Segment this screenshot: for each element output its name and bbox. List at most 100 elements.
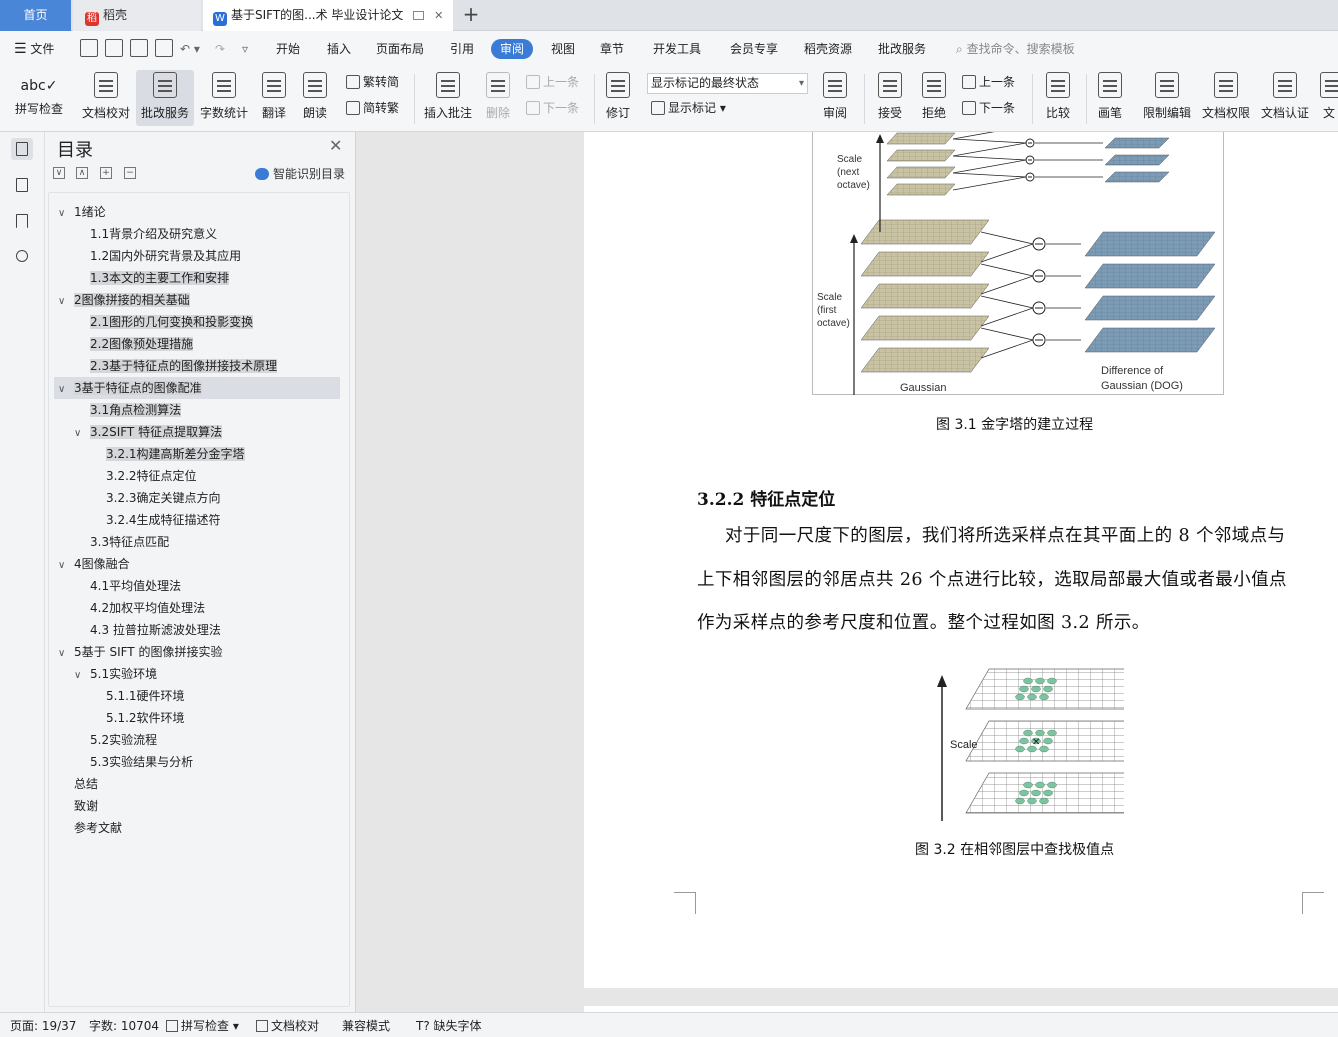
collapse-all-icon[interactable]: ∧ [76,167,88,179]
close-icon[interactable]: ✕ [329,136,342,155]
toc-item[interactable]: ∨ 5基于 SIFT 的图像拼接实验 [58,641,222,663]
markup-state-select[interactable]: 显示标记的最终状态 [647,73,808,94]
expand-all-icon[interactable]: ∨ [53,167,65,179]
redo-icon[interactable]: ↷ [215,39,225,59]
reject-button[interactable]: 拒绝 [916,70,952,126]
smart-toc-button[interactable]: 智能识别目录 [255,165,345,182]
translate-button[interactable]: 翻译 [256,70,292,126]
menu-insert[interactable]: 插入 [327,39,351,59]
collapse-toggle-icon[interactable]: ∨ [58,643,74,665]
document-permission-button[interactable]: 文档权限 [1200,70,1252,126]
toc-item[interactable]: ∨ 3.2SIFT 特征点提取算法 [74,421,223,445]
toc-item[interactable]: 2.1图形的几何变换和投影变换 [74,311,254,333]
toc-item[interactable]: 3.2.2特征点定位 [90,465,197,487]
menu-daoke-resources[interactable]: 稻壳资源 [804,39,852,59]
menu-review[interactable]: 审阅 [491,39,534,59]
status-spell-check[interactable]: 拼写检查 ▾ [166,1018,239,1034]
toc-item[interactable]: 参考文献 [58,817,122,839]
missing-font[interactable]: T? 缺失字体 [416,1018,482,1034]
insert-comment-button[interactable]: 插入批注 [422,70,474,126]
prev-comment-button[interactable]: 上一条 [526,74,579,90]
customize-quick-access-icon[interactable]: ▿ [242,39,248,59]
word-count-indicator[interactable]: 字数: 10704 [89,1018,159,1034]
document-certify-button[interactable]: 文档认证 [1258,70,1312,126]
word-count-button[interactable]: 字数统计 [198,70,250,126]
collapse-toggle-icon[interactable]: ∨ [58,203,74,225]
simp-to-trad-button[interactable]: 简转繁 [346,100,399,116]
more-ribbon-button[interactable]: 文 [1320,70,1338,126]
toc-item[interactable]: ∨ 4图像融合 [58,553,130,575]
toc-item[interactable]: ∨ 2图像拼接的相关基础 [58,289,190,311]
menu-correction-service[interactable]: 批改服务 [878,39,926,59]
collapse-toggle-icon[interactable]: ∨ [74,665,90,687]
save-icon[interactable] [80,39,98,57]
document-page[interactable]: Scale (next octave) Scale (first octave)… [584,132,1338,988]
collapse-toggle-icon[interactable]: ∨ [58,379,74,401]
prev-change-button[interactable]: 上一条 [962,74,1015,90]
trad-to-simp-button[interactable]: 繁转简 [346,74,399,90]
toc-item[interactable]: 3.2.4生成特征描述符 [90,509,221,531]
menu-references[interactable]: 引用 [450,39,474,59]
page-indicator[interactable]: 页面: 19/37 [10,1018,76,1034]
find-icon[interactable] [11,246,33,268]
toc-nav-icon[interactable] [11,138,33,160]
undo-icon[interactable]: ↶ ▾ [180,39,200,59]
tab-close-icon[interactable]: ✕ [434,9,443,22]
file-menu[interactable]: ☰ 文件 [14,39,54,59]
collapse-toggle-icon[interactable]: ∨ [58,291,74,313]
toc-item[interactable]: ∨ 1绪论 [58,201,106,223]
toc-item[interactable]: 2.3基于特征点的图像拼接技术原理 [74,355,278,377]
spell-check-button[interactable]: abc✓ 拼写检查 [8,70,70,126]
ink-pen-button[interactable]: 画笔 [1094,70,1126,126]
toc-item[interactable]: 总结 [58,773,98,795]
restrict-editing-button[interactable]: 限制编辑 [1140,70,1194,126]
menu-page-layout[interactable]: 页面布局 [376,39,424,59]
toc-item[interactable]: 5.2实验流程 [74,729,157,751]
toc-item[interactable]: 3.2.1构建高斯差分金字塔 [90,443,245,465]
accept-button[interactable]: 接受 [872,70,908,126]
next-change-button[interactable]: 下一条 [962,100,1015,116]
track-changes-button[interactable]: 修订 [600,70,636,126]
toc-item[interactable]: 5.1.1硬件环境 [90,685,185,707]
menu-section[interactable]: 章节 [600,39,624,59]
new-tab-button[interactable]: + [460,4,482,26]
menu-developer[interactable]: 开发工具 [653,39,701,59]
toc-item[interactable]: 1.1背景介绍及研究意义 [74,223,217,245]
toc-item[interactable]: 3.2.3确定关键点方向 [90,487,221,509]
add-heading-icon[interactable]: + [100,167,112,179]
toc-item[interactable]: 4.2加权平均值处理法 [74,597,205,619]
menu-start[interactable]: 开始 [276,39,300,59]
toc-item[interactable]: ∨ 3基于特征点的图像配准 [54,377,340,399]
toc-item[interactable]: 2.2图像预处理措施 [74,333,194,355]
read-aloud-button[interactable]: 朗读 [298,70,332,126]
menu-view[interactable]: 视图 [551,39,575,59]
print-preview-icon[interactable] [155,39,173,57]
next-comment-button[interactable]: 下一条 [526,100,579,116]
remove-heading-icon[interactable]: − [124,167,136,179]
toc-item[interactable]: 致谢 [58,795,98,817]
toc-item[interactable]: 5.3实验结果与分析 [74,751,193,773]
toc-item[interactable]: 4.1平均值处理法 [74,575,181,597]
compare-button[interactable]: 比较 [1040,70,1076,126]
correction-service-button[interactable]: 批改服务 [136,70,194,126]
collapse-toggle-icon[interactable]: ∨ [74,423,90,445]
tab-document[interactable]: W 基于SIFT的图...术 毕业设计论文 ✕ [203,0,453,31]
review-pane-button[interactable]: 审阅 [816,70,854,126]
show-markup-button[interactable]: 显示标记 ▾ [651,100,726,116]
toc-item[interactable]: 3.1角点检测算法 [74,399,182,421]
delete-comment-button[interactable]: 删除 [480,70,516,126]
proofread-button[interactable]: 文档校对 [78,70,134,126]
command-search[interactable]: ⌕ 查找命令、搜索模板 [956,39,1075,59]
outline-nav-icon[interactable] [11,174,33,196]
toc-item[interactable]: 4.3 拉普拉斯滤波处理法 [74,619,221,641]
export-pdf-icon[interactable] [105,39,123,57]
tab-home[interactable]: 首页 [0,0,71,31]
toc-item[interactable]: 1.3本文的主要工作和安排 [74,267,230,289]
status-proofread[interactable]: 文档校对 [256,1018,319,1034]
print-icon[interactable] [130,39,148,57]
toc-item[interactable]: 5.1.2软件环境 [90,707,185,729]
tab-daoke[interactable]: 稻稻壳 [73,0,201,31]
toc-item[interactable]: ∨ 5.1实验环境 [74,663,157,685]
screen-icon[interactable] [413,11,425,20]
toc-item[interactable]: 3.3特征点匹配 [74,531,169,553]
